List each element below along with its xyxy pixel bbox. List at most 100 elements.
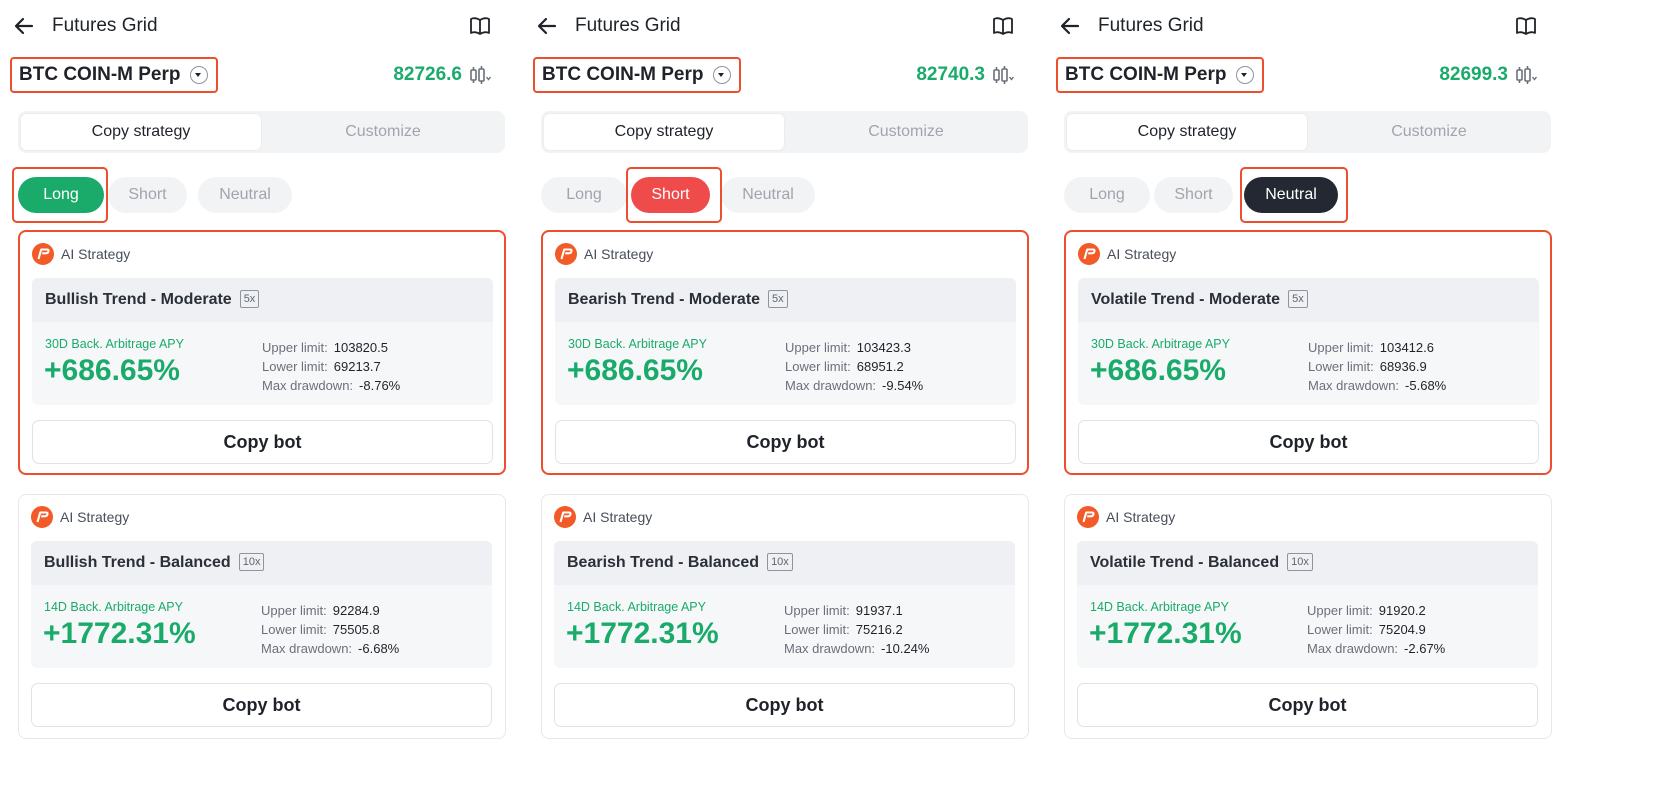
strategy-card: AI Strategy Volatile Trend - Moderate 5x 30… bbox=[1064, 230, 1552, 475]
max-drawdown-value: -9.54% bbox=[882, 378, 924, 393]
book-icon[interactable] bbox=[991, 14, 1015, 38]
direction-tab-long[interactable]: Long bbox=[541, 177, 627, 213]
direction-tab-long[interactable]: Long bbox=[1064, 177, 1150, 213]
strategy-stats: Upper limit: 92284.9 Lower limit: 75505.8 Ma… bbox=[261, 601, 399, 658]
direction-tab-short[interactable]: Short bbox=[1154, 177, 1233, 213]
max-drawdown-value: -5.68% bbox=[1405, 378, 1447, 393]
strategy-source-label: AI Strategy bbox=[584, 246, 654, 262]
strategy-name: Bullish Trend - Moderate 5x bbox=[45, 290, 260, 309]
lower-limit-label: Lower limit: bbox=[262, 359, 328, 374]
strategy-name-text: Volatile Trend - Balanced bbox=[1090, 554, 1280, 571]
pair-selector[interactable]: BTC COIN-M Perp bbox=[1056, 57, 1264, 93]
strategy-mode-tabs: Copy strategy Customize bbox=[541, 111, 1028, 153]
strategy-source-label: AI Strategy bbox=[1106, 509, 1176, 525]
strategy-stats: Upper limit: 91937.1 Lower limit: 75216.2 Ma… bbox=[784, 601, 929, 658]
upper-limit-value: 91937.1 bbox=[855, 603, 903, 618]
strategy-name: Bullish Trend - Balanced 10x bbox=[44, 553, 265, 572]
strategy-mode-tabs: Copy strategy Customize bbox=[1064, 111, 1551, 153]
lower-limit-row: Lower limit: 69213.7 bbox=[262, 357, 400, 376]
direction-tab-short[interactable]: Short bbox=[108, 177, 187, 213]
ai-strategy-logo-icon bbox=[32, 243, 54, 265]
upper-limit-row: Upper limit: 91937.1 bbox=[784, 601, 929, 620]
strategy-header: Bullish Trend - Balanced 10x bbox=[31, 541, 492, 585]
apy-label: 30D Back. Arbitrage APY bbox=[568, 337, 707, 351]
strategy-details: Volatile Trend - Balanced 10x 14D Back. Ar… bbox=[1077, 541, 1538, 668]
last-price: 82726.6 bbox=[393, 64, 462, 85]
pair-name: BTC COIN-M Perp bbox=[542, 64, 704, 85]
tab-customize[interactable]: Customize bbox=[263, 114, 503, 150]
back-arrow-icon[interactable] bbox=[535, 14, 559, 38]
strategy-name-text: Bearish Trend - Balanced bbox=[567, 554, 760, 571]
max-drawdown-label: Max drawdown: bbox=[1308, 378, 1400, 393]
strategy-header: Bearish Trend - Moderate 5x bbox=[555, 278, 1016, 322]
ai-strategy-logo-icon bbox=[1078, 243, 1100, 265]
strategy-mode-tabs: Copy strategy Customize bbox=[18, 111, 505, 153]
strategy-stats: Upper limit: 103423.3 Lower limit: 68951.2 M… bbox=[785, 338, 923, 395]
upper-limit-value: 103820.5 bbox=[333, 340, 388, 355]
max-drawdown-row: Max drawdown: -2.67% bbox=[1307, 639, 1445, 658]
copy-bot-button[interactable]: Copy bot bbox=[32, 420, 493, 464]
max-drawdown-row: Max drawdown: -8.76% bbox=[262, 376, 400, 395]
upper-limit-value: 103412.6 bbox=[1379, 340, 1434, 355]
candlestick-settings-icon[interactable] bbox=[468, 64, 492, 86]
max-drawdown-value: -10.24% bbox=[881, 641, 930, 656]
tab-customize[interactable]: Customize bbox=[1309, 114, 1549, 150]
ai-strategy-logo-icon bbox=[555, 243, 577, 265]
copy-bot-button[interactable]: Copy bot bbox=[1078, 420, 1539, 464]
lower-limit-row: Lower limit: 75204.9 bbox=[1307, 620, 1445, 639]
pair-selector[interactable]: BTC COIN-M Perp bbox=[10, 57, 218, 93]
strategy-source-label: AI Strategy bbox=[60, 509, 130, 525]
selected-direction-highlight bbox=[626, 167, 722, 223]
top-bar: Futures Grid bbox=[523, 8, 1023, 44]
strategy-card: AI Strategy Bullish Trend - Moderate 5x 30D… bbox=[18, 230, 506, 475]
strategy-card: AI Strategy Bullish Trend - Balanced 10x 14… bbox=[18, 494, 506, 739]
upper-limit-value: 103423.3 bbox=[856, 340, 911, 355]
ai-strategy-logo-icon bbox=[1077, 506, 1099, 528]
max-drawdown-row: Max drawdown: -10.24% bbox=[784, 639, 929, 658]
candlestick-settings-icon[interactable] bbox=[1514, 64, 1538, 86]
arrow-left-icon bbox=[537, 17, 557, 35]
max-drawdown-label: Max drawdown: bbox=[1307, 641, 1399, 656]
back-arrow-icon[interactable] bbox=[12, 14, 36, 38]
tab-customize[interactable]: Customize bbox=[786, 114, 1026, 150]
page-title: Futures Grid bbox=[575, 15, 681, 36]
upper-limit-row: Upper limit: 103423.3 bbox=[785, 338, 923, 357]
pair-selector[interactable]: BTC COIN-M Perp bbox=[533, 57, 741, 93]
max-drawdown-label: Max drawdown: bbox=[261, 641, 353, 656]
upper-limit-label: Upper limit: bbox=[1307, 603, 1373, 618]
back-arrow-icon[interactable] bbox=[1058, 14, 1082, 38]
candlestick-settings-icon[interactable] bbox=[991, 64, 1015, 86]
apy-value: +686.65% bbox=[1090, 354, 1226, 387]
strategy-card: AI Strategy Bearish Trend - Moderate 5x 30D… bbox=[541, 230, 1029, 475]
book-icon bbox=[470, 17, 490, 35]
book-icon[interactable] bbox=[1514, 14, 1538, 38]
copy-bot-button[interactable]: Copy bot bbox=[555, 420, 1016, 464]
upper-limit-row: Upper limit: 103412.6 bbox=[1308, 338, 1446, 357]
leverage-badge: 10x bbox=[1287, 553, 1313, 571]
ai-strategy-logo-icon bbox=[1077, 506, 1099, 528]
leverage-badge: 5x bbox=[1288, 290, 1308, 308]
tab-copy-strategy[interactable]: Copy strategy bbox=[1067, 114, 1307, 150]
strategy-details: Bearish Trend - Moderate 5x 30D Back. Arbi… bbox=[555, 278, 1016, 405]
leverage-badge: 10x bbox=[767, 553, 793, 571]
direction-tab-neutral[interactable]: Neutral bbox=[721, 177, 815, 213]
chevron-down-icon bbox=[1235, 66, 1254, 84]
lower-limit-row: Lower limit: 75505.8 bbox=[261, 620, 399, 639]
tab-copy-strategy[interactable]: Copy strategy bbox=[21, 114, 261, 150]
pair-name: BTC COIN-M Perp bbox=[1065, 64, 1227, 85]
apy-value: +1772.31% bbox=[566, 617, 719, 650]
copy-bot-button[interactable]: Copy bot bbox=[554, 683, 1015, 727]
copy-bot-button[interactable]: Copy bot bbox=[1077, 683, 1538, 727]
upper-limit-label: Upper limit: bbox=[1308, 340, 1374, 355]
strategy-card: AI Strategy Bearish Trend - Balanced 10x 14… bbox=[541, 494, 1029, 739]
tab-copy-strategy[interactable]: Copy strategy bbox=[544, 114, 784, 150]
direction-tab-neutral[interactable]: Neutral bbox=[198, 177, 292, 213]
top-bar: Futures Grid bbox=[1046, 8, 1546, 44]
book-icon[interactable] bbox=[468, 14, 492, 38]
copy-bot-button[interactable]: Copy bot bbox=[31, 683, 492, 727]
pair-name: BTC COIN-M Perp bbox=[19, 64, 181, 85]
candlestick-settings-icon bbox=[470, 66, 492, 84]
candlestick-settings-icon bbox=[1516, 66, 1538, 84]
max-drawdown-row: Max drawdown: -9.54% bbox=[785, 376, 923, 395]
strategy-name: Volatile Trend - Moderate 5x bbox=[1091, 290, 1308, 309]
